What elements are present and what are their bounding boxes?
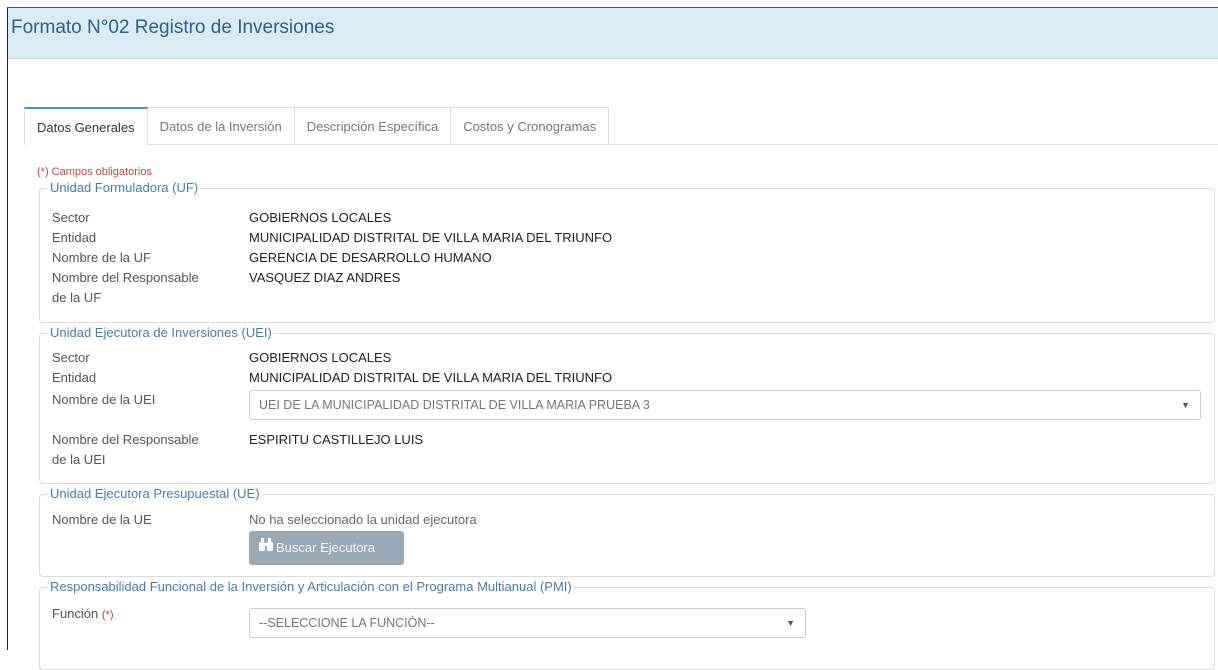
uf-nombre-value: GERENCIA DE DESARROLLO HUMANO xyxy=(249,250,492,265)
caret-down-icon: ▼ xyxy=(1181,400,1190,410)
uf-entidad-label: Entidad xyxy=(52,230,97,245)
uf-sector-value: GOBIERNOS LOCALES xyxy=(249,210,392,225)
uei-nombre-selected: UEI DE LA MUNICIPALIDAD DISTRITAL DE VIL… xyxy=(259,398,650,412)
uei-entidad-value: MUNICIPALIDAD DISTRITAL DE VILLA MARIA D… xyxy=(249,370,613,385)
uei-sector-value: GOBIERNOS LOCALES xyxy=(249,350,392,365)
uf-responsable-value: VASQUEZ DIAZ ANDRES xyxy=(249,270,401,285)
uei-responsable-label-1: Nombre del Responsable xyxy=(52,432,199,447)
uf-responsable-label-1: Nombre del Responsable xyxy=(52,270,199,285)
funcion-selected: --SELECCIONE LA FUNCIÓN-- xyxy=(259,616,435,630)
uei-legend: Unidad Ejecutora de Inversiones (UEI) xyxy=(50,325,272,340)
tab-datos-inversion[interactable]: Datos de la Inversión xyxy=(147,107,295,144)
uf-entidad-value: MUNICIPALIDAD DISTRITAL DE VILLA MARIA D… xyxy=(249,230,613,245)
uei-responsable-value: ESPIRITU CASTILLEJO LUIS xyxy=(249,432,424,447)
window-frame-left xyxy=(7,8,8,650)
tab-descripcion-especifica[interactable]: Descripción Específica xyxy=(294,107,452,144)
ue-nombre-value: No ha seleccionado la unidad ejecutora xyxy=(249,512,477,527)
buscar-ejecutora-button[interactable]: Buscar Ejecutora xyxy=(249,531,404,565)
ue-nombre-label: Nombre de la UE xyxy=(52,512,152,527)
tab-datos-generales[interactable]: Datos Generales xyxy=(24,107,148,146)
uei-nombre-label: Nombre de la UEI xyxy=(52,392,156,407)
ue-legend: Unidad Ejecutora Presupuestal (UE) xyxy=(50,486,260,501)
pmi-legend: Responsabilidad Funcional de la Inversió… xyxy=(50,579,572,594)
uf-sector-label: Sector xyxy=(52,210,90,225)
uei-responsable-label-2: de la UEI xyxy=(52,452,106,467)
uf-nombre-label: Nombre de la UF xyxy=(52,250,151,265)
uf-responsable-label-2: de la UF xyxy=(52,290,102,305)
required-mark: (*) xyxy=(101,609,114,621)
uei-entidad-label: Entidad xyxy=(52,370,97,385)
tab-costos-cronogramas[interactable]: Costos y Cronogramas xyxy=(451,107,610,144)
pmi-funcion-label-text: Función xyxy=(52,606,99,621)
required-fields-note: (*) Campos obligatorios xyxy=(37,166,152,178)
tab-bar: Datos Generales Datos de la Inversión De… xyxy=(24,107,610,146)
ue-section: Unidad Ejecutora Presupuestal (UE) xyxy=(39,487,1215,577)
page-header: Formato N°02 Registro de Inversiones xyxy=(8,8,1218,59)
pmi-funcion-label: Función (*) xyxy=(52,604,113,625)
buscar-ejecutora-label: Buscar Ejecutora xyxy=(276,540,375,555)
uf-section: Unidad Formuladora (UF) xyxy=(39,181,1215,323)
binoculars-icon xyxy=(259,530,273,564)
uei-sector-label: Sector xyxy=(52,350,90,365)
uf-legend: Unidad Formuladora (UF) xyxy=(50,180,199,195)
page-title: Formato N°02 Registro de Inversiones xyxy=(11,17,335,38)
caret-down-icon: ▼ xyxy=(786,618,795,628)
uei-nombre-select[interactable]: UEI DE LA MUNICIPALIDAD DISTRITAL DE VIL… xyxy=(249,390,1201,420)
tab-divider xyxy=(24,144,1218,145)
funcion-select[interactable]: --SELECCIONE LA FUNCIÓN-- ▼ xyxy=(249,608,806,638)
